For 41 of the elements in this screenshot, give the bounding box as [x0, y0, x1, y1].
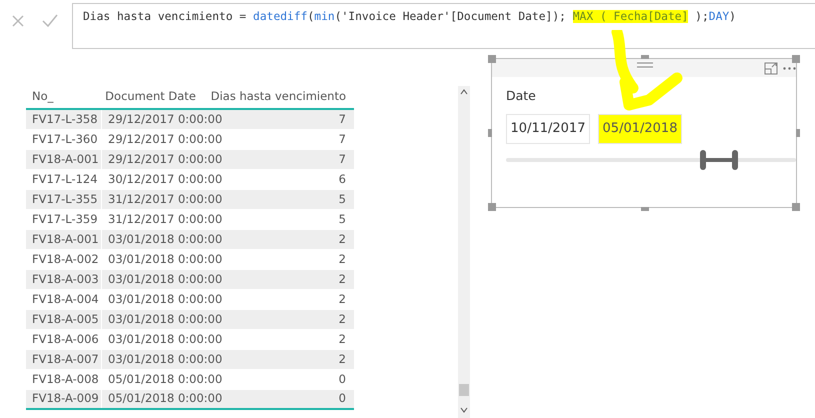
resize-handle[interactable] — [796, 129, 800, 137]
slider-thumb[interactable] — [700, 150, 706, 170]
table-cell: FV18-A-004 — [26, 290, 102, 309]
table-cell: FV18-A-003 — [26, 270, 102, 289]
slicer-title: Date — [506, 87, 537, 105]
resize-handle[interactable] — [488, 55, 496, 63]
checkmark-icon — [42, 14, 58, 28]
scrollbar[interactable] — [458, 86, 470, 418]
drag-grip-icon[interactable] — [637, 62, 653, 68]
table-cell: FV18-A-001 — [26, 150, 102, 169]
table-cell: FV17-L-355 — [26, 190, 102, 209]
more-options-icon[interactable] — [783, 67, 796, 70]
formula-input[interactable]: Dias hasta vencimiento = datediff(min('Invoice Header'[Document Date]); MAX ( Fecha[Date] );DAY) — [72, 3, 815, 49]
scroll-down-icon[interactable] — [460, 407, 468, 413]
focus-mode-icon[interactable] — [764, 62, 778, 75]
close-icon — [11, 14, 25, 28]
table-cell: FV18-A-007 — [26, 350, 102, 369]
date-field[interactable]: 10/11/2017 — [506, 114, 590, 144]
table-cell: FV18-A-002 — [26, 250, 102, 269]
date-field[interactable]: 05/01/2018 — [598, 114, 682, 144]
table-cell: FV18-A-006 — [26, 330, 102, 349]
scroll-up-icon[interactable] — [460, 89, 468, 95]
resize-handle[interactable] — [641, 55, 649, 59]
resize-handle[interactable] — [488, 129, 492, 137]
scroll-thumb[interactable] — [459, 384, 469, 396]
table-cell: FV18-A-001 — [26, 230, 102, 249]
table-cell: FV17-L-359 — [26, 210, 102, 229]
table-cell: FV18-A-009 — [26, 390, 102, 408]
column-header[interactable]: Document Date — [99, 88, 211, 106]
resize-handle[interactable] — [488, 203, 496, 211]
table-cell: FV18-A-008 — [26, 370, 102, 389]
column-header[interactable]: Dias hasta vencimiento — [210, 88, 354, 106]
resize-handle[interactable] — [792, 55, 800, 63]
table-cell: FV17-L-358 — [26, 110, 102, 129]
column-header[interactable]: No_ — [26, 86, 100, 108]
table-cell: FV17-L-360 — [26, 130, 102, 149]
resize-handle[interactable] — [641, 207, 649, 211]
table-cell: FV17-L-124 — [26, 170, 102, 189]
resize-handle[interactable] — [792, 203, 800, 211]
table-cell: FV18-A-005 — [26, 310, 102, 329]
slider-thumb[interactable] — [732, 150, 738, 170]
